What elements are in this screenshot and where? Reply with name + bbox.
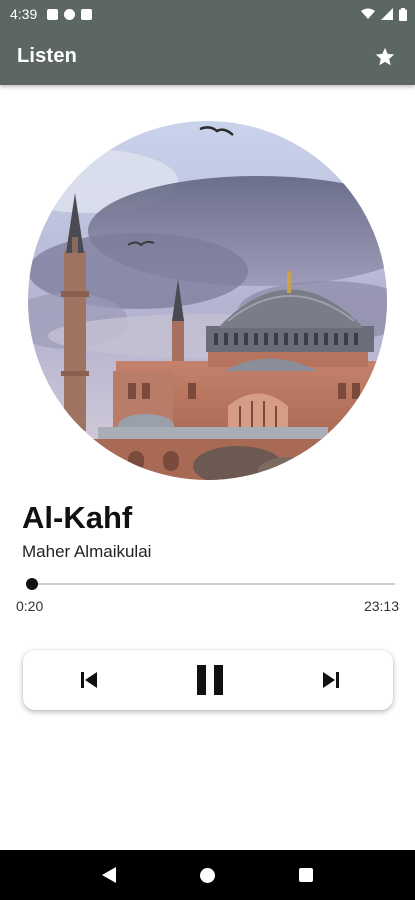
signal-icon: [381, 8, 393, 20]
track-artist: Maher Almaikulai: [22, 542, 152, 561]
wifi-icon: [361, 8, 375, 19]
next-button[interactable]: [321, 671, 341, 689]
notification-icon: [64, 8, 76, 20]
system-nav-bar: [0, 850, 415, 900]
nav-recents-button[interactable]: [291, 860, 321, 890]
pause-button[interactable]: [196, 664, 224, 696]
seek-bar-thumb[interactable]: [26, 578, 39, 590]
album-artwork: [28, 121, 387, 480]
mosque-illustration: [28, 121, 387, 480]
status-bar: 4:39: [0, 0, 415, 28]
skip-previous-icon: [81, 672, 97, 688]
track-title: Al-Kahf: [22, 500, 133, 535]
battery-icon: [399, 7, 407, 21]
home-icon: [199, 867, 215, 883]
seek-bar[interactable]: [27, 583, 395, 585]
system-icons: [361, 7, 407, 21]
pause-icon: [197, 665, 223, 695]
playback-controls: [23, 650, 393, 710]
app-bar: Listen: [0, 28, 415, 85]
notification-icon: [47, 8, 59, 20]
status-time: 4:39: [10, 6, 38, 22]
star-icon: [375, 47, 395, 65]
favorite-button[interactable]: [372, 44, 398, 70]
back-icon: [102, 867, 117, 883]
recents-icon: [298, 868, 313, 882]
sd-card-icon: [81, 8, 93, 20]
notification-icons: [47, 8, 93, 20]
nav-back-button[interactable]: [94, 860, 124, 890]
nav-home-button[interactable]: [192, 860, 222, 890]
current-time: 0:20: [16, 598, 44, 614]
app-title: Listen: [17, 45, 78, 67]
previous-button[interactable]: [79, 671, 99, 689]
total-time: 23:13: [363, 598, 399, 614]
skip-next-icon: [323, 672, 339, 688]
